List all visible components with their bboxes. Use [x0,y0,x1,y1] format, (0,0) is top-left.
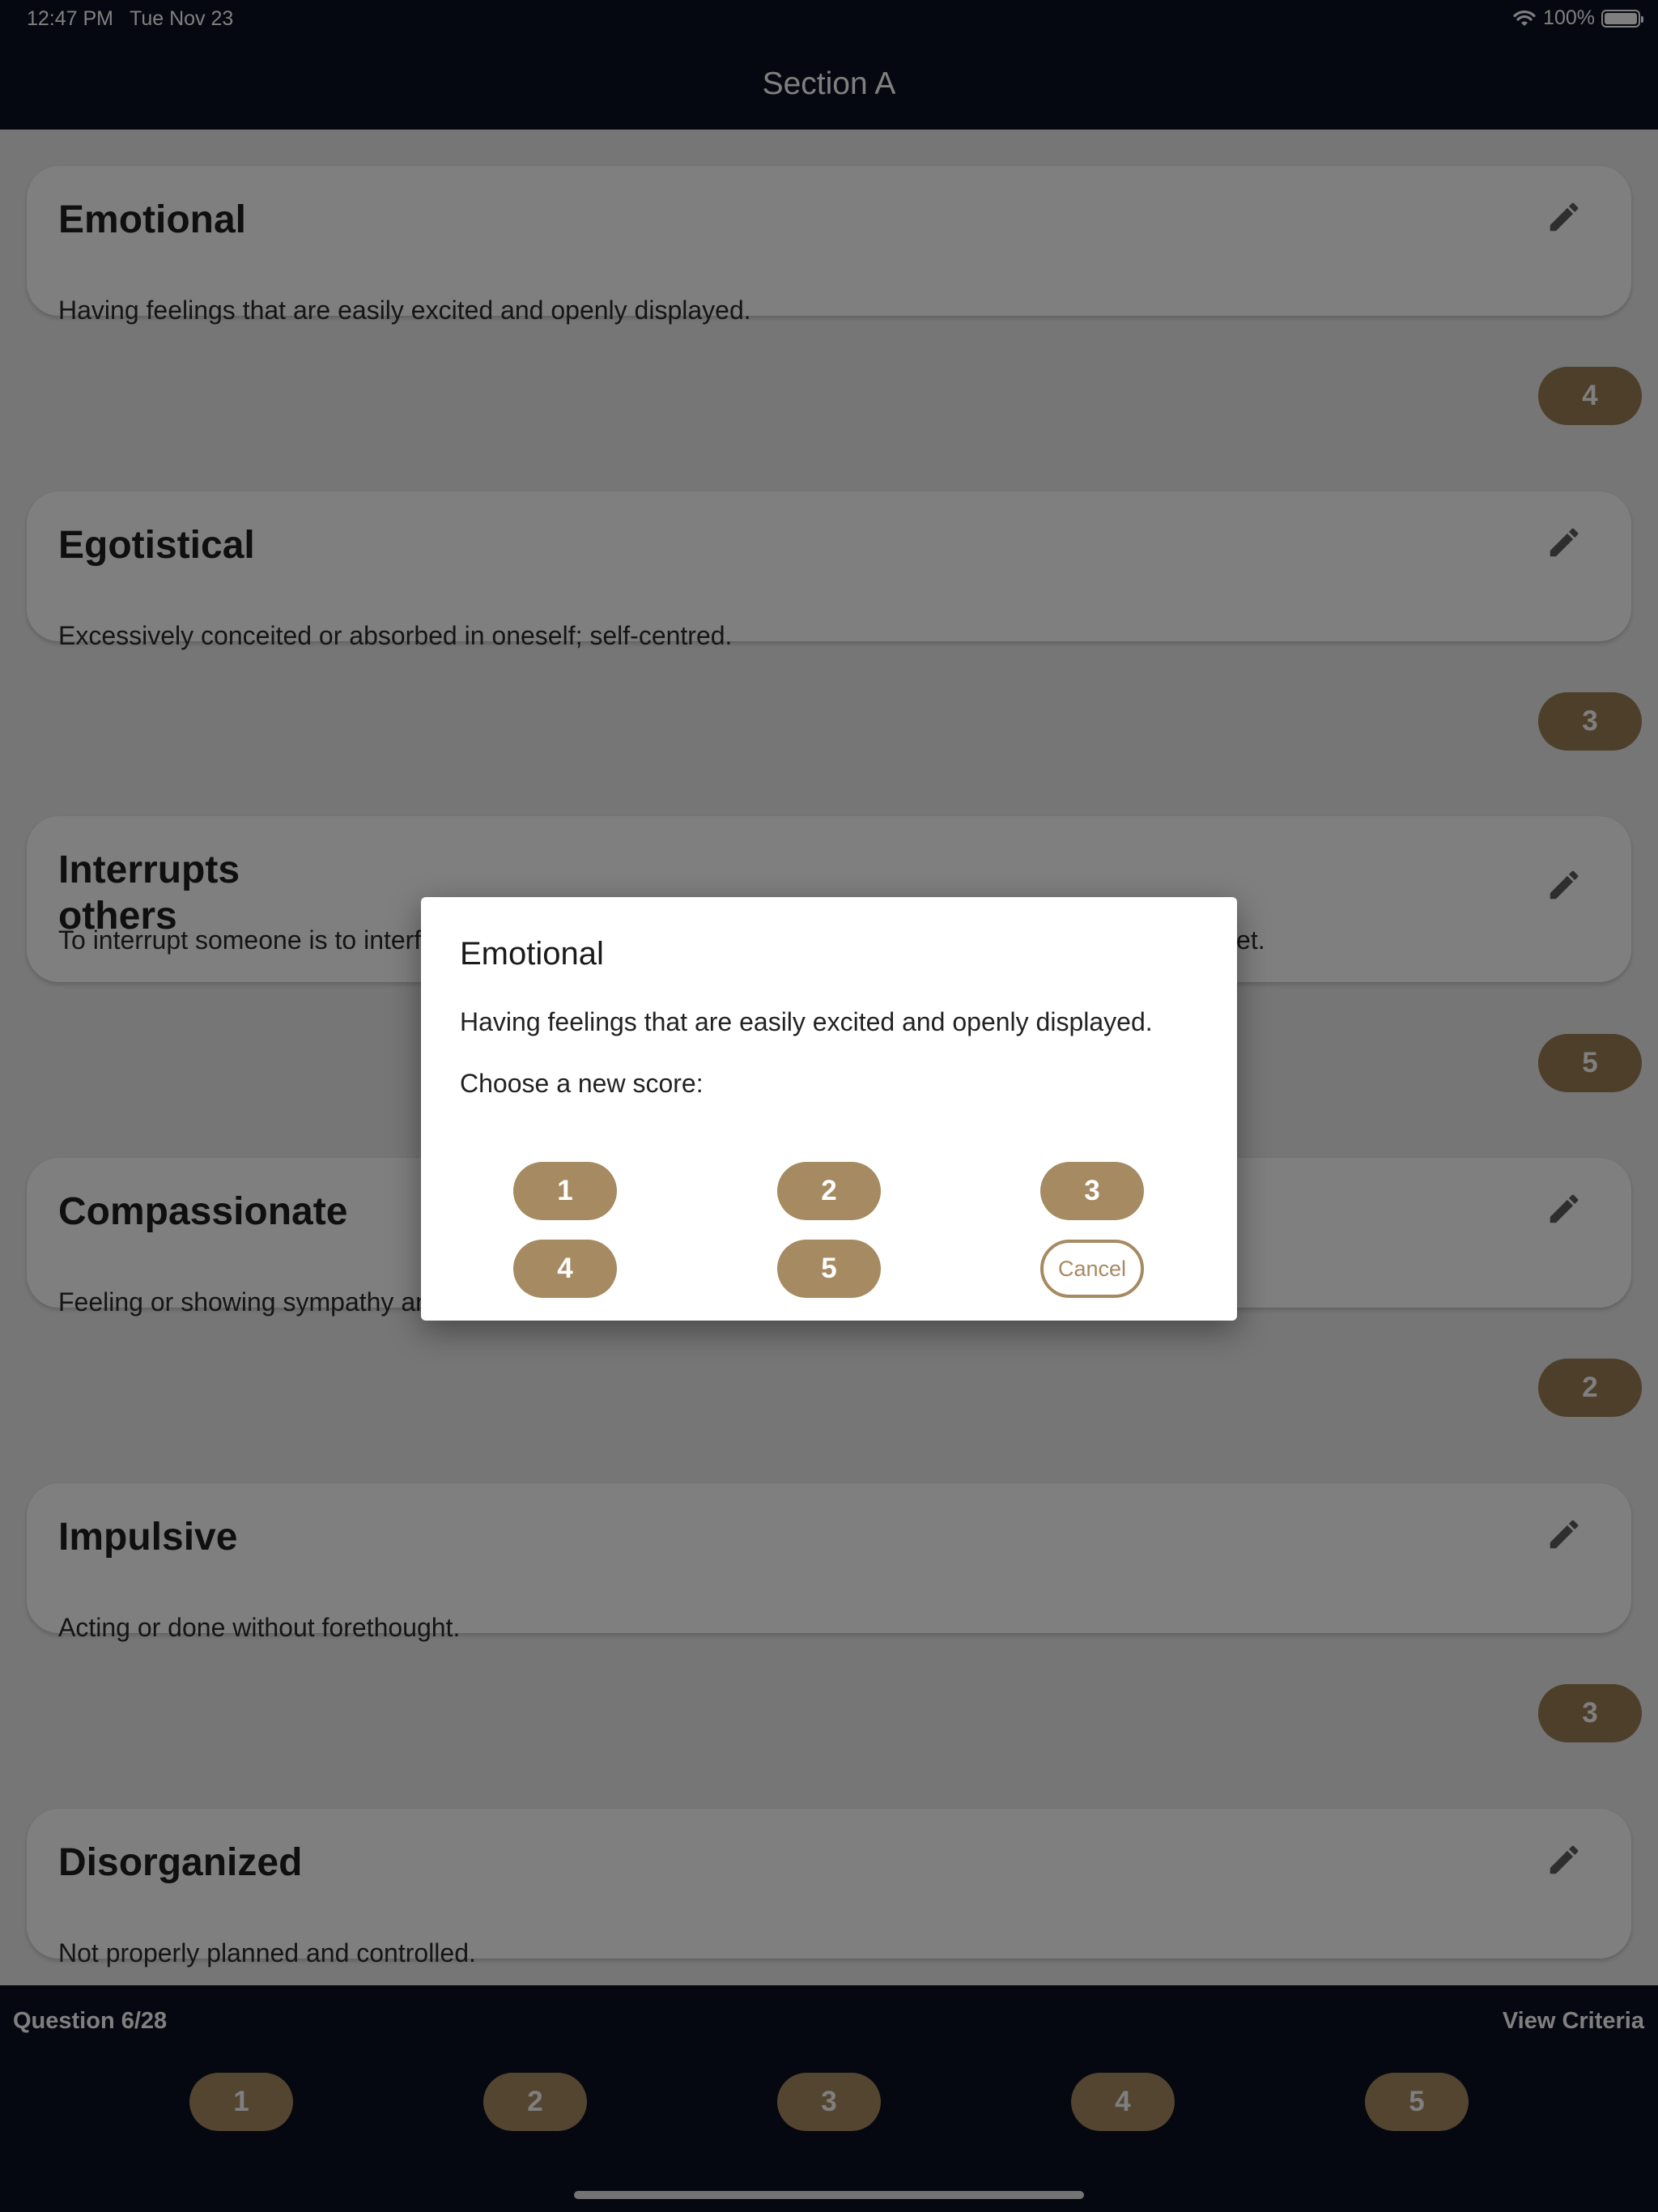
dialog-prompt: Choose a new score: [460,1069,704,1098]
score-option-4[interactable]: 4 [513,1240,617,1298]
cancel-button[interactable]: Cancel [1040,1240,1144,1298]
score-option-5[interactable]: 5 [777,1240,881,1298]
score-option-1[interactable]: 1 [513,1162,617,1220]
dialog-description: Having feelings that are easily excited … [460,1007,1153,1036]
score-option-2[interactable]: 2 [777,1162,881,1220]
dialog-title: Emotional [460,936,604,972]
score-option-3[interactable]: 3 [1040,1162,1144,1220]
score-dialog: Emotional Having feelings that are easil… [421,897,1237,1321]
